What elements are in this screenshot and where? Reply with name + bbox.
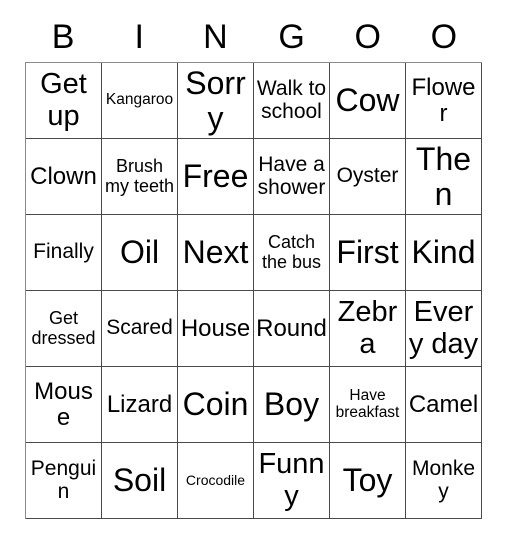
bingo-cell[interactable]: Penguin [26,443,102,519]
bingo-cell[interactable]: Round [254,291,330,367]
bingo-cell-label: Kangaroo [105,91,174,109]
header-letter-3: G [278,18,305,56]
header-letter-5: O [430,18,458,56]
bingo-cell-label: Round [256,314,327,342]
bingo-cell-label: Walk to school [256,76,327,123]
bingo-cell-label: Cow [335,82,400,119]
bingo-cell-free[interactable]: Free [178,139,254,215]
bingo-cell[interactable]: Oil [102,215,178,291]
bingo-cell[interactable]: Scared [102,291,178,367]
bingo-cell[interactable]: Kind [406,215,482,291]
bingo-cell-label: Get dressed [31,308,96,348]
bingo-row: Get dressed Scared House Round Zebra Eve… [26,291,482,367]
bingo-cell-label: Funny [258,448,325,512]
bingo-cell[interactable]: Get up [26,63,102,139]
bingo-cell-label: Then [415,140,472,212]
bingo-cell[interactable]: Then [406,139,482,215]
bingo-cell[interactable]: Coin [178,367,254,443]
bingo-cell[interactable]: Zebra [330,291,406,367]
bingo-cell-label: Clown [30,162,97,190]
bingo-cell[interactable]: Cow [330,63,406,139]
bingo-cell[interactable]: Have breakfast [330,367,406,443]
bingo-cell-label: Kind [411,234,476,271]
bingo-cell-label: Boy [263,386,320,423]
bingo-cell[interactable]: Walk to school [254,63,330,139]
bingo-cell[interactable]: Monkey [406,443,482,519]
bingo-cell-label: Finally [33,240,94,264]
bingo-cell[interactable]: Camel [406,367,482,443]
bingo-cell-label: Oil [119,234,160,271]
bingo-cell-label: Every day [408,296,479,360]
bingo-cell[interactable]: Kangaroo [102,63,178,139]
bingo-cell-label: Flower [411,73,476,127]
bingo-cell-label: Penguin [30,456,97,503]
bingo-header-row: B I N G O O [25,12,482,62]
bingo-cell-label: Monkey [411,456,476,503]
bingo-cell[interactable]: Mouse [26,367,102,443]
bingo-cell[interactable]: Brush my teeth [102,139,178,215]
bingo-cell-label: First [336,234,399,271]
bingo-cell[interactable]: Soil [102,443,178,519]
bingo-cell[interactable]: House [178,291,254,367]
bingo-row: Clown Brush my teeth Free Have a shower … [26,139,482,215]
bingo-row: Penguin Soil Crocodile Funny Toy Monkey [26,443,482,519]
bingo-cell[interactable]: Lizard [102,367,178,443]
bingo-cell-label: Brush my teeth [104,156,175,196]
bingo-cell-label: Oyster [336,164,399,188]
bingo-cell[interactable]: Get dressed [26,291,102,367]
bingo-grid: Get up Kangaroo Sorry Walk to school Cow… [25,62,482,519]
bingo-row: Mouse Lizard Coin Boy Have breakfast Cam… [26,367,482,443]
bingo-cell[interactable]: Oyster [330,139,406,215]
bingo-cell[interactable]: Every day [406,291,482,367]
bingo-cell[interactable]: Sorry [178,63,254,139]
bingo-cell-label: Have breakfast [335,386,400,421]
header-letter-0: B [51,18,75,56]
bingo-cell-label: Zebra [337,296,398,360]
bingo-cell-label: Camel [408,390,479,418]
bingo-cell-label: Toy [342,462,393,499]
bingo-cell-label: Sorry [185,64,246,136]
bingo-cell[interactable]: Clown [26,139,102,215]
bingo-cell-label: Mouse [34,377,93,431]
header-letter-2: N [203,18,228,56]
bingo-card: B I N G O O Get up Kangaroo Sorry Walk t… [25,12,482,519]
bingo-cell[interactable]: Funny [254,443,330,519]
bingo-cell[interactable]: First [330,215,406,291]
header-letter-4: O [354,18,381,56]
bingo-row: Get up Kangaroo Sorry Walk to school Cow… [26,63,482,139]
bingo-cell-label: Get up [40,68,87,132]
bingo-cell[interactable]: Finally [26,215,102,291]
bingo-cell-label: Lizard [106,390,173,418]
bingo-row: Finally Oil Next Catch the bus First Kin… [26,215,482,291]
bingo-cell[interactable]: Boy [254,367,330,443]
bingo-cell[interactable]: Crocodile [178,443,254,519]
bingo-cell-label: Catch the bus [261,232,322,272]
bingo-cell-label: Soil [112,462,167,499]
bingo-cell-label: Next [182,234,249,271]
bingo-cell-label: Coin [182,386,249,423]
header-letter-1: I [134,18,144,56]
bingo-cell[interactable]: Next [178,215,254,291]
bingo-cell-label: Scared [106,316,173,340]
bingo-cell[interactable]: Toy [330,443,406,519]
bingo-cell[interactable]: Have a shower [254,139,330,215]
bingo-cell-label: Crocodile [185,471,246,488]
bingo-cell[interactable]: Flower [406,63,482,139]
bingo-cell-label: House [180,314,251,342]
bingo-cell-label: Have a shower [257,152,326,199]
bingo-cell[interactable]: Catch the bus [254,215,330,291]
bingo-cell-label: Free [182,158,249,195]
